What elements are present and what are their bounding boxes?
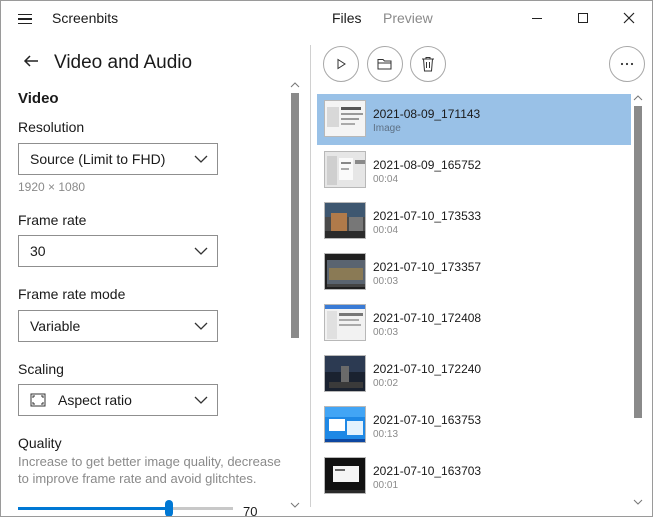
more-icon <box>620 62 634 66</box>
file-meta: 00:04 <box>373 225 399 236</box>
quality-slider[interactable] <box>18 500 233 516</box>
pane-divider <box>310 45 311 507</box>
file-name: 2021-07-10_173357 <box>373 260 482 274</box>
file-name: 2021-07-10_163753 <box>373 413 482 427</box>
scaling-label: Scaling <box>18 361 64 377</box>
minimize-button[interactable] <box>514 1 560 35</box>
tab-files[interactable]: Files <box>332 10 362 26</box>
section-title-video: Video <box>18 90 59 107</box>
file-name: 2021-07-10_172240 <box>373 362 482 376</box>
file-thumbnail <box>324 253 366 290</box>
file-name: 2021-08-09_171143 <box>373 107 481 121</box>
settings-pane: Video and Audio Video Resolution Source … <box>1 37 301 517</box>
maximize-icon <box>578 13 588 23</box>
file-item[interactable]: 2021-07-10_173357 00:03 <box>317 247 631 298</box>
file-meta: 00:02 <box>373 378 399 389</box>
scaling-select[interactable]: Aspect ratio <box>18 384 218 416</box>
file-item[interactable]: 2021-07-10_172408 00:03 <box>317 298 631 349</box>
file-item[interactable]: 2021-07-10_172240 00:02 <box>317 349 631 400</box>
file-meta: 00:03 <box>373 327 399 338</box>
resolution-select[interactable]: Source (Limit to FHD) <box>18 143 218 175</box>
title-bar: Screenbits Files Preview <box>1 1 652 37</box>
file-name: 2021-07-10_173533 <box>373 209 482 223</box>
file-item[interactable]: 2021-08-09_171143 Image <box>317 94 631 145</box>
file-thumbnail <box>324 151 366 188</box>
chevron-down-icon <box>194 247 208 255</box>
trash-icon <box>422 57 434 72</box>
resolution-label: Resolution <box>18 119 85 135</box>
frame-rate-select[interactable]: 30 <box>18 235 218 267</box>
folder-icon <box>377 59 392 70</box>
file-thumbnail <box>324 457 366 494</box>
app-title: Screenbits <box>52 10 119 26</box>
quality-slider-fill <box>18 507 169 510</box>
file-item[interactable]: 2021-07-10_173533 00:04 <box>317 196 631 247</box>
page-title: Video and Audio <box>54 52 193 73</box>
resolution-detail: 1920 × 1080 <box>18 180 86 194</box>
scroll-down-icon[interactable] <box>290 501 300 509</box>
file-name: 2021-08-09_165752 <box>373 158 482 172</box>
quality-value: 70 <box>243 504 258 517</box>
open-folder-button[interactable] <box>367 46 403 82</box>
file-list[interactable]: 2021-08-09_171143 Image 2021-08-09_16575… <box>317 94 631 514</box>
file-list-scrollbar[interactable] <box>632 94 644 509</box>
more-button[interactable] <box>609 46 645 82</box>
minimize-icon <box>532 17 542 19</box>
close-button[interactable] <box>606 1 652 35</box>
file-thumbnail <box>324 304 366 341</box>
frame-rate-mode-value: Variable <box>30 318 81 334</box>
scroll-down-icon[interactable] <box>633 498 643 506</box>
app-window: Screenbits Files Preview Video and Audio… <box>0 0 653 517</box>
quality-slider-thumb[interactable] <box>164 500 173 516</box>
resolution-value: Source (Limit to FHD) <box>30 151 166 167</box>
file-name: 2021-07-10_172408 <box>373 311 482 325</box>
file-thumbnail <box>324 100 366 137</box>
scrollbar-thumb[interactable] <box>291 93 299 338</box>
maximize-button[interactable] <box>560 1 606 35</box>
chevron-down-icon <box>194 155 208 163</box>
scaling-value: Aspect ratio <box>58 392 132 408</box>
file-meta: 00:13 <box>373 429 399 440</box>
file-thumbnail <box>324 202 366 239</box>
quality-label: Quality <box>18 435 62 451</box>
close-icon <box>623 12 635 24</box>
frame-rate-mode-select[interactable]: Variable <box>18 310 218 342</box>
frame-rate-mode-label: Frame rate mode <box>18 286 126 302</box>
chevron-down-icon <box>194 322 208 330</box>
file-item[interactable]: 2021-07-10_163753 00:13 <box>317 400 631 451</box>
quality-description: Increase to get better image quality, de… <box>18 454 281 486</box>
file-item[interactable]: 2021-08-09_165752 00:04 <box>317 145 631 196</box>
file-thumbnail <box>324 406 366 443</box>
hamburger-menu-icon[interactable] <box>13 9 37 29</box>
scroll-up-icon[interactable] <box>290 81 300 89</box>
settings-scrollbar[interactable] <box>289 81 301 511</box>
play-button[interactable] <box>323 46 359 82</box>
scroll-up-icon[interactable] <box>633 94 643 102</box>
file-meta: 00:01 <box>373 480 399 491</box>
frame-rate-value: 30 <box>30 243 46 259</box>
back-arrow-icon[interactable] <box>21 51 41 71</box>
chevron-down-icon <box>194 396 208 404</box>
frame-rate-label: Frame rate <box>18 212 87 228</box>
file-meta: 00:04 <box>373 174 399 185</box>
tab-preview[interactable]: Preview <box>383 10 433 26</box>
play-icon <box>337 58 346 70</box>
file-meta: 00:03 <box>373 276 399 287</box>
aspect-ratio-icon <box>30 393 46 407</box>
file-name: 2021-07-10_163703 <box>373 464 482 478</box>
file-item[interactable]: 2021-07-10_163703 00:01 <box>317 451 631 502</box>
delete-button[interactable] <box>410 46 446 82</box>
file-meta: Image <box>373 123 401 134</box>
scrollbar-thumb[interactable] <box>634 106 642 418</box>
file-thumbnail <box>324 355 366 392</box>
